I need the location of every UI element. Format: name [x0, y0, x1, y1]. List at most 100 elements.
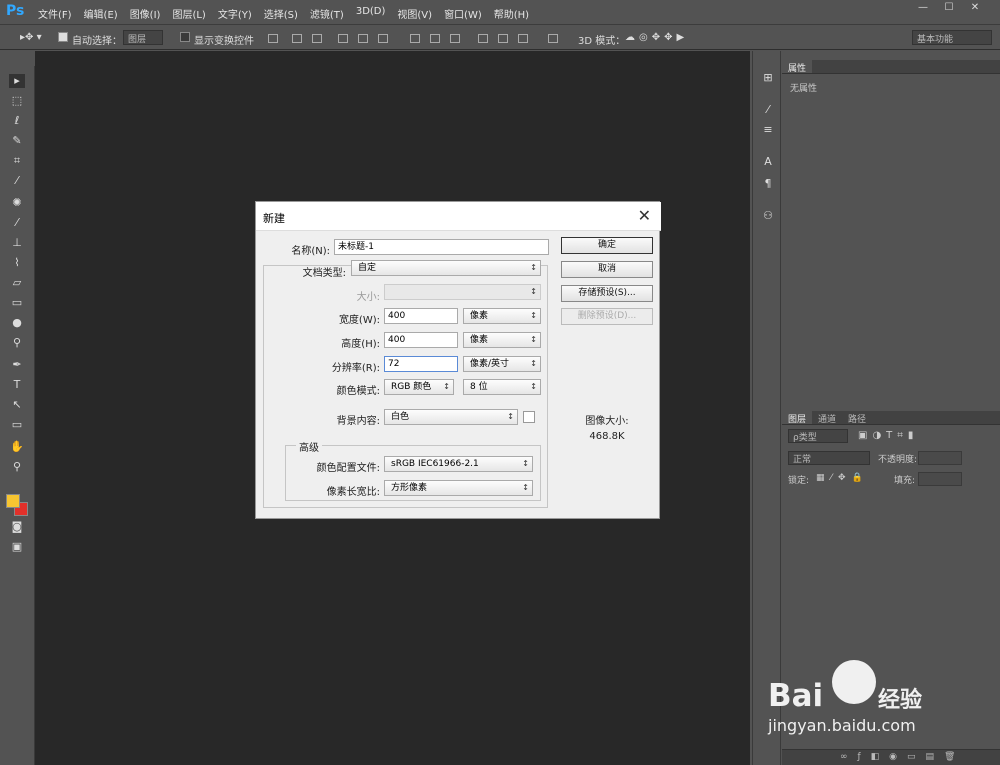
- distribute-right-icon[interactable]: [518, 34, 528, 43]
- close-window-button[interactable]: ✕: [966, 2, 984, 18]
- auto-select-checkbox[interactable]: [58, 32, 68, 42]
- align-hcenter-icon[interactable]: [358, 34, 368, 43]
- show-transform-checkbox[interactable]: [180, 32, 190, 42]
- minimize-button[interactable]: —: [914, 2, 932, 18]
- close-icon[interactable]: ✕: [638, 206, 651, 225]
- character-panel-icon[interactable]: A: [761, 155, 775, 169]
- align-bottom-icon[interactable]: [312, 34, 322, 43]
- adjust-panel-icon[interactable]: ≡: [761, 123, 775, 137]
- path-select-tool-icon[interactable]: ↖: [9, 398, 25, 412]
- type-tool-icon[interactable]: T: [9, 378, 25, 392]
- resolution-unit-select[interactable]: 像素/英寸: [463, 356, 541, 372]
- blur-tool-icon[interactable]: ●: [9, 316, 25, 330]
- crop-tool-icon[interactable]: ⌗: [9, 154, 25, 168]
- align-right-icon[interactable]: [378, 34, 388, 43]
- height-field[interactable]: 400: [384, 332, 458, 348]
- distribute-hcenter-icon[interactable]: [498, 34, 508, 43]
- menu-layer[interactable]: 图层(L): [172, 6, 205, 21]
- tab-channels[interactable]: 通道: [812, 411, 842, 425]
- align-left-icon[interactable]: [338, 34, 348, 43]
- quick-select-tool-icon[interactable]: ✎: [9, 134, 25, 148]
- tab-paths[interactable]: 路径: [842, 411, 872, 425]
- distribute-bottom-icon[interactable]: [450, 34, 460, 43]
- history-panel-icon[interactable]: ⊞: [761, 71, 775, 85]
- eyedropper-tool-icon[interactable]: ⁄: [9, 174, 25, 188]
- menu-select[interactable]: 选择(S): [264, 6, 298, 21]
- brush-tool-icon[interactable]: ⁄: [9, 216, 25, 230]
- distribute-top-icon[interactable]: [410, 34, 420, 43]
- cancel-button[interactable]: 取消: [561, 261, 653, 278]
- align-top-icon[interactable]: [268, 34, 278, 43]
- quick-mask-icon[interactable]: ◙: [9, 520, 25, 534]
- image-size-value: 468.8K: [589, 431, 625, 442]
- 3d-panel-icon[interactable]: ⚇: [761, 209, 775, 223]
- tab-layers[interactable]: 图层: [782, 411, 813, 425]
- fill-field[interactable]: [918, 472, 962, 486]
- foreground-color-swatch[interactable]: [6, 494, 20, 508]
- auto-select-dropdown[interactable]: 图层: [123, 30, 163, 45]
- height-unit-select[interactable]: 像素: [463, 332, 541, 348]
- name-field[interactable]: 未标题-1: [334, 239, 549, 255]
- screen-mode-icon[interactable]: ▣: [9, 540, 25, 554]
- doctype-select[interactable]: 自定: [351, 260, 541, 276]
- menu-image[interactable]: 图像(I): [130, 6, 161, 21]
- menu-view[interactable]: 视图(V): [397, 6, 432, 21]
- opacity-label: 不透明度:: [878, 455, 918, 465]
- lock-icons[interactable]: ▦⁄✥🔒: [816, 473, 869, 483]
- menu-3d[interactable]: 3D(D): [356, 6, 386, 21]
- zoom-tool-icon[interactable]: ⚲: [9, 460, 25, 474]
- opacity-field[interactable]: [918, 451, 962, 465]
- paragraph-panel-icon[interactable]: ¶: [761, 177, 775, 191]
- advanced-label: 高级: [296, 439, 322, 454]
- move-tool-icon[interactable]: ▸✥ ▾: [20, 32, 42, 43]
- 3d-mode-icons[interactable]: ☁◎✥✥▶: [625, 32, 688, 43]
- marquee-tool-icon[interactable]: ⬚: [9, 94, 25, 108]
- width-unit-select[interactable]: 像素: [463, 308, 541, 324]
- healing-tool-icon[interactable]: ✺: [9, 196, 25, 210]
- ok-button[interactable]: 确定: [561, 237, 653, 254]
- move-tool-icon[interactable]: ▸: [9, 74, 25, 88]
- auto-align-icon[interactable]: [548, 34, 558, 43]
- brush-panel-icon[interactable]: ⁄: [761, 103, 775, 117]
- resolution-field[interactable]: 72: [384, 356, 458, 372]
- distribute-left-icon[interactable]: [478, 34, 488, 43]
- pixel-ratio-select[interactable]: 方形像素: [384, 480, 533, 496]
- layers-footer-icons[interactable]: ∞ƒ◧◉▭▤🗑: [782, 749, 1000, 765]
- menu-window[interactable]: 窗口(W): [444, 6, 482, 21]
- lasso-tool-icon[interactable]: ℓ: [9, 114, 25, 128]
- pen-tool-icon[interactable]: ✒: [9, 358, 25, 372]
- bit-depth-select[interactable]: 8 位: [463, 379, 541, 395]
- maximize-button[interactable]: ☐: [940, 2, 958, 18]
- menu-filter[interactable]: 滤镜(T): [310, 6, 344, 21]
- blend-mode-dropdown[interactable]: 正常: [788, 451, 870, 465]
- history-brush-icon[interactable]: ⌇: [9, 256, 25, 270]
- menu-edit[interactable]: 编辑(E): [84, 6, 118, 21]
- align-vcenter-icon[interactable]: [292, 34, 302, 43]
- layer-filter-icons[interactable]: ▣◑T⌗▮: [858, 430, 918, 441]
- background-color-swatch-box[interactable]: [523, 411, 535, 423]
- color-profile-select[interactable]: sRGB IEC61966-2.1: [384, 456, 533, 472]
- eraser-tool-icon[interactable]: ▱: [9, 276, 25, 290]
- layer-kind-filter[interactable]: ρ类型: [788, 429, 848, 443]
- shape-tool-icon[interactable]: ▭: [9, 418, 25, 432]
- save-preset-button[interactable]: 存储预设(S)...: [561, 285, 653, 302]
- workspace-dropdown[interactable]: 基本功能: [912, 30, 992, 45]
- menu-file[interactable]: 文件(F): [38, 6, 72, 21]
- background-select[interactable]: 白色: [384, 409, 518, 425]
- color-mode-select[interactable]: RGB 颜色: [384, 379, 454, 395]
- watermark-brand: Bai: [768, 678, 824, 714]
- resolution-label: 分辨率(R):: [331, 363, 380, 374]
- dodge-tool-icon[interactable]: ⚲: [9, 336, 25, 350]
- gradient-tool-icon[interactable]: ▭: [9, 296, 25, 310]
- height-label: 高度(H):: [341, 339, 380, 350]
- menu-type[interactable]: 文字(Y): [218, 6, 252, 21]
- fill-label: 填充:: [894, 476, 916, 486]
- hand-tool-icon[interactable]: ✋: [9, 440, 25, 454]
- menu-help[interactable]: 帮助(H): [494, 6, 529, 21]
- distribute-vcenter-icon[interactable]: [430, 34, 440, 43]
- width-field[interactable]: 400: [384, 308, 458, 324]
- stamp-tool-icon[interactable]: ⊥: [9, 236, 25, 250]
- watermark-brand-suffix: 经验: [878, 688, 923, 713]
- watermark-url: jingyan.baidu.com: [768, 716, 916, 735]
- tab-properties[interactable]: 属性: [782, 60, 813, 74]
